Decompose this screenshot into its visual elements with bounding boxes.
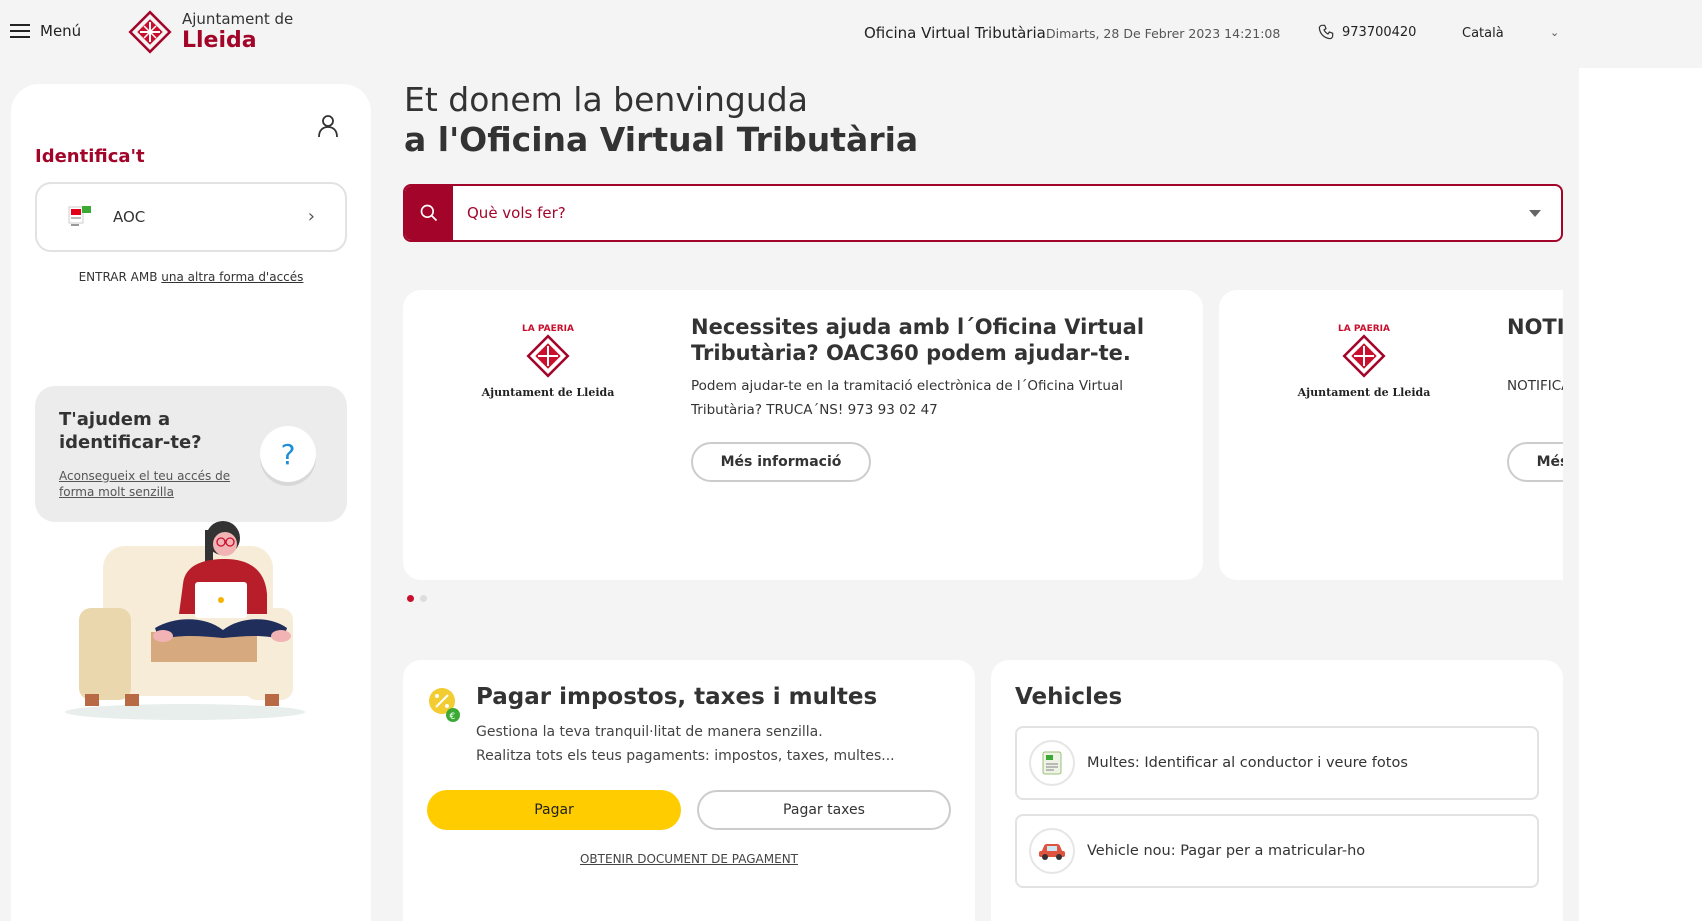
- phone-icon: [1318, 24, 1334, 40]
- news-title: Necessites ajuda amb l´Oficina Virtual T…: [691, 315, 1145, 365]
- vehicles-item-new-vehicle[interactable]: Vehicle nou: Pagar per a matricular-ho: [1015, 814, 1539, 888]
- svg-text:€: €: [450, 712, 456, 722]
- aoc-icon: [68, 206, 91, 226]
- payments-card: € Pagar impostos, taxes i multes Gestion…: [403, 660, 975, 921]
- login-panel: Identifica't AOC › ENTRAR AMB una altra …: [11, 84, 371, 921]
- woman-laptop-illustration: [65, 521, 305, 720]
- question-icon[interactable]: ?: [260, 426, 316, 482]
- office-title: Oficina Virtual Tributària: [864, 24, 1046, 42]
- search-input[interactable]: [467, 204, 1487, 222]
- news-logo-caption: Ajuntament de Lleida: [481, 386, 615, 399]
- news-logo-top: LA PAERIA: [522, 324, 574, 334]
- carousel-dots: [407, 595, 427, 602]
- vehicles-item-label: Multes: Identificar al conductor i veure…: [1087, 755, 1408, 771]
- caret-down-icon[interactable]: [1529, 210, 1541, 217]
- payment-document-link[interactable]: OBTENIR DOCUMENT DE PAGAMENT: [403, 852, 975, 866]
- alt-access-prefix: ENTRAR AMB: [78, 270, 158, 284]
- menu-button[interactable]: Menú: [10, 22, 81, 40]
- aoc-label: AOC: [113, 208, 146, 226]
- news-logo: LA PAERIA Ajuntament de Lleida: [473, 324, 623, 399]
- welcome-line-2: a l'Oficina Virtual Tributària: [404, 120, 919, 159]
- lleida-shield-icon: [526, 334, 570, 378]
- phone-number: 973700420: [1342, 24, 1417, 40]
- lleida-shield-icon: [1342, 334, 1386, 378]
- payments-desc-2: Realitza tots els teus pagaments: impost…: [476, 748, 895, 764]
- news-carousel: LA PAERIA Ajuntament de Lleida Necessite…: [403, 290, 1563, 580]
- current-datetime: Dimarts, 28 De Febrer 2023 14:21:08: [1046, 26, 1281, 41]
- news-logo-caption: Ajuntament de Lleida: [1297, 386, 1431, 399]
- welcome-line-1: Et donem la benvinguda: [404, 80, 808, 119]
- pay-button[interactable]: Pagar: [427, 790, 681, 830]
- alt-access-link[interactable]: una altra forma d'accés: [161, 270, 303, 284]
- search-bar: [403, 184, 1563, 242]
- hamburger-icon: [10, 24, 30, 38]
- payments-description: Gestiona la teva tranquil·litat de maner…: [476, 720, 895, 768]
- pay-taxes-button[interactable]: Pagar taxes: [697, 790, 951, 830]
- logo-text-small: Ajuntament de: [182, 10, 294, 28]
- vehicles-card: Vehicles Multes: Identificar al conducto…: [991, 660, 1563, 921]
- logo-text-big: Lleida: [182, 28, 257, 53]
- alt-access: ENTRAR AMB una altra forma d'accés: [11, 270, 371, 284]
- fine-document-icon: [1029, 740, 1075, 786]
- user-icon[interactable]: [317, 114, 339, 142]
- news-logo: LA PAERIA Ajuntament de Lleida: [1289, 324, 1439, 399]
- more-info-button[interactable]: Més informació: [1507, 442, 1563, 482]
- vehicles-item-fines[interactable]: Multes: Identificar al conductor i veure…: [1015, 726, 1539, 800]
- header: Menú Ajuntament de Lleida Oficina Virtua…: [0, 0, 1702, 68]
- page-right-area: [1579, 68, 1702, 921]
- chevron-right-icon: ›: [307, 206, 315, 227]
- carousel-dot[interactable]: [420, 595, 427, 602]
- login-title: Identifica't: [35, 146, 145, 167]
- help-link[interactable]: Aconsegueix el teu accés de forma molt s…: [59, 468, 239, 500]
- vehicles-item-label: Vehicle nou: Pagar per a matricular-ho: [1087, 843, 1366, 859]
- aoc-login-button[interactable]: AOC ›: [35, 182, 347, 252]
- more-info-button[interactable]: Més informació: [691, 442, 871, 482]
- vehicles-title: Vehicles: [1015, 684, 1123, 710]
- payments-desc-1: Gestiona la teva tranquil·litat de maner…: [476, 724, 823, 740]
- news-title: NOTIFICACIONS empreses i contactes: [1507, 315, 1563, 339]
- lleida-logo-icon: [128, 10, 172, 54]
- news-text: Podem ajudar-te en la tramitació electrò…: [691, 378, 1123, 418]
- language-select[interactable]: Català: [1462, 26, 1504, 41]
- carousel-dot[interactable]: [407, 595, 414, 602]
- news-text: NOTIFICACIONS adreça electrònica puguis …: [1507, 378, 1563, 394]
- news-logo-top: LA PAERIA: [1338, 324, 1390, 334]
- car-icon: [1029, 828, 1075, 874]
- help-card: T'ajudem a identificar-te? Aconsegueix e…: [35, 386, 347, 522]
- news-card: LA PAERIA Ajuntament de Lleida Necessite…: [403, 290, 1203, 580]
- help-title: T'ajudem a identificar-te?: [59, 409, 202, 453]
- logo[interactable]: Ajuntament de Lleida: [128, 10, 293, 54]
- phone-link[interactable]: 973700420: [1318, 24, 1416, 40]
- percent-euro-icon: €: [429, 688, 460, 722]
- search-icon[interactable]: [405, 186, 453, 240]
- chevron-down-icon[interactable]: ⌄: [1550, 26, 1559, 39]
- menu-label: Menú: [40, 22, 82, 40]
- payments-title: Pagar impostos, taxes i multes: [476, 684, 878, 710]
- news-card: LA PAERIA Ajuntament de Lleida NOTIFICAC…: [1219, 290, 1563, 580]
